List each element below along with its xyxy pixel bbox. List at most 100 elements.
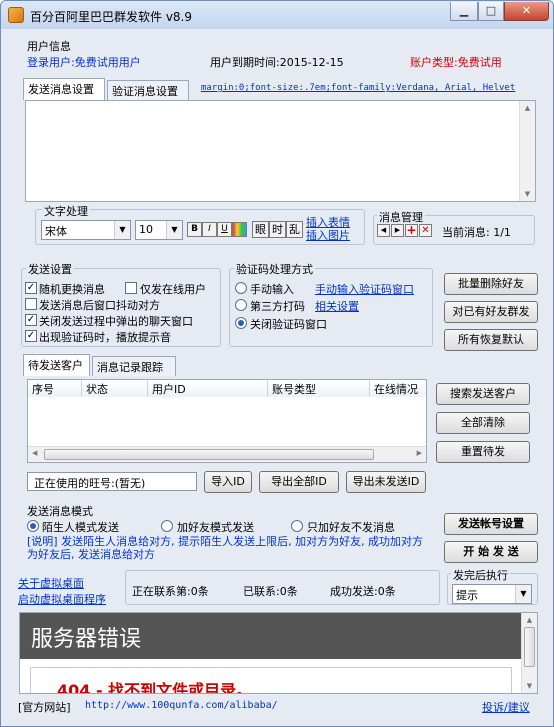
opt-random-label: 随机更换消息 <box>39 283 105 296</box>
table-hscrollbar[interactable]: ◀ ▶ <box>28 446 426 462</box>
col-status[interactable]: 状态 <box>82 380 148 397</box>
font-value: 宋体 <box>45 225 67 238</box>
random-button[interactable]: 乱 <box>286 221 303 238</box>
site-url-link[interactable]: http://www.100qunfa.com/alibaba/ <box>85 700 278 711</box>
export-all-button[interactable]: 导出全部ID <box>259 471 339 493</box>
send-to-friends-button[interactable]: 对已有好友群发 <box>444 301 538 323</box>
tab-pending[interactable]: 待发送客户 <box>23 354 90 376</box>
top-tab-bar: 发送消息设置 验证消息设置 margin:0;font-size:.7em;fo… <box>23 78 543 100</box>
send-mode-note: [说明] 发送陌生人消息给对方, 提示陌生人发送上限后, 加对方为好友, 成功加… <box>27 535 424 561</box>
underline-button[interactable]: U <box>217 222 232 237</box>
col-account-type[interactable]: 账号类型 <box>268 380 370 397</box>
prev-message-icon[interactable]: ◀ <box>377 224 390 237</box>
mode-only-add-label: 只加好友不发消息 <box>307 521 395 534</box>
customer-table[interactable]: 序号 状态 用户ID 账号类型 在线情况 ◀ ▶ <box>27 379 427 463</box>
after-send-select[interactable]: 提示 ▼ <box>452 584 532 604</box>
next-message-icon[interactable]: ▶ <box>391 224 404 237</box>
editor-scrollbar[interactable]: ▲ ▼ <box>519 101 535 201</box>
minimize-icon[interactable]: ▁ <box>450 2 478 21</box>
customer-tab-bar: 待发送客户 消息记录跟踪 <box>23 354 223 376</box>
feedback-link[interactable]: 投诉/建议 <box>482 699 530 715</box>
error-subtitle: 404 - 找不到文件或目录。 <box>57 681 253 694</box>
chevron-down-icon: ▼ <box>166 221 182 239</box>
message-editor[interactable]: ▲ ▼ <box>25 100 536 202</box>
color-picker-icon[interactable] <box>232 222 247 237</box>
captcha-manual-link[interactable]: 手动输入验证码窗口 <box>315 281 414 297</box>
web-scrollbar[interactable]: ▲ ▼ <box>521 613 537 693</box>
mode-add-friend-label: 加好友模式发送 <box>177 521 254 534</box>
about-desktop-link[interactable]: 关于虚拟桌面 <box>18 575 84 591</box>
main-window: 百分百阿里巴巴群发软件 v8.9 ▁ □ ✕ 用户信息 登录用户:免费试用用户 … <box>0 0 554 727</box>
scroll-left-icon[interactable]: ◀ <box>32 449 37 457</box>
captcha-third-label: 第三方打码 <box>250 300 305 313</box>
web-view[interactable]: 服务器错误 404 - 找不到文件或目录。 ▲ ▼ <box>19 612 538 694</box>
search-customers-button[interactable]: 搜索发送客户 <box>436 383 530 405</box>
opt-sound-checkbox[interactable]: ✓ <box>25 330 37 342</box>
batch-delete-button[interactable]: 批量删除好友 <box>444 273 538 295</box>
clear-all-button[interactable]: 全部清除 <box>436 412 530 434</box>
style-link[interactable]: margin:0;font-size:.7em;font-family:Verd… <box>201 83 543 93</box>
tab-log[interactable]: 消息记录跟踪 <box>92 356 176 376</box>
user-info-title: 用户信息 <box>27 40 71 53</box>
scroll-down-icon[interactable]: ▼ <box>520 190 535 198</box>
restore-default-button[interactable]: 所有恢复默认 <box>444 329 538 351</box>
font-select[interactable]: 宋体 ▼ <box>41 220 131 240</box>
captcha-close-label: 关闭验证码窗口 <box>250 318 327 331</box>
col-online[interactable]: 在线情况 <box>370 380 426 397</box>
captcha-manual-radio[interactable] <box>235 282 247 294</box>
reset-pending-button[interactable]: 重置待发 <box>436 441 530 463</box>
opt-close-chat-label: 关闭发送过程中弹出的聊天窗口 <box>39 315 193 328</box>
app-icon <box>8 7 24 23</box>
opt-close-chat-checkbox[interactable]: ✓ <box>25 314 37 326</box>
message-manage-title: 消息管理 <box>377 209 425 225</box>
using-account: 正在使用的旺号:(暂无) <box>27 472 197 491</box>
error-title: 服务器错误 <box>31 627 142 652</box>
bold-button[interactable]: B <box>187 222 202 237</box>
captcha-third-radio[interactable] <box>235 299 247 311</box>
time-button[interactable]: 时 <box>269 221 286 238</box>
opt-online-checkbox[interactable] <box>125 282 137 294</box>
italic-button[interactable]: I <box>202 222 217 237</box>
error-body: 404 - 找不到文件或目录。 <box>30 667 512 694</box>
size-value: 10 <box>139 223 153 236</box>
scroll-right-icon[interactable]: ▶ <box>417 449 422 457</box>
send-mode-title: 发送消息模式 <box>27 505 93 518</box>
send-settings-title: 发送设置 <box>26 261 74 277</box>
add-message-icon[interactable]: + <box>405 224 418 237</box>
start-desktop-link[interactable]: 启动虚拟桌面程序 <box>18 591 106 607</box>
start-send-button[interactable]: 开 始 发 送 <box>444 541 538 563</box>
scroll-down-icon[interactable]: ▼ <box>522 682 537 690</box>
opt-shake-checkbox[interactable] <box>25 298 37 310</box>
tab-verify-settings[interactable]: 验证消息设置 <box>107 80 189 100</box>
scroll-thumb[interactable] <box>524 627 535 667</box>
opt-random-checkbox[interactable]: ✓ <box>25 282 37 294</box>
scroll-thumb[interactable] <box>44 449 374 460</box>
expire-time: 用户到期时间:2015-12-15 <box>210 56 344 69</box>
mode-stranger-radio[interactable] <box>27 520 39 532</box>
maximize-icon[interactable]: □ <box>478 2 504 21</box>
shake-button[interactable]: 眼 <box>252 221 269 238</box>
mode-add-friend-radio[interactable] <box>161 520 173 532</box>
col-index[interactable]: 序号 <box>28 380 82 397</box>
insert-image-link[interactable]: 插入图片 <box>306 227 350 243</box>
mode-only-add-radio[interactable] <box>291 520 303 532</box>
account-settings-button[interactable]: 发送帐号设置 <box>444 513 538 535</box>
col-user-id[interactable]: 用户ID <box>148 380 268 397</box>
size-select[interactable]: 10 ▼ <box>135 220 183 240</box>
close-icon[interactable]: ✕ <box>504 2 549 21</box>
current-message: 当前消息: 1/1 <box>442 226 511 239</box>
scroll-up-icon[interactable]: ▲ <box>522 616 537 624</box>
after-send-value: 提示 <box>456 589 478 602</box>
import-id-button[interactable]: 导入ID <box>204 471 252 493</box>
opt-online-label: 仅发在线用户 <box>140 283 206 296</box>
tab-send-settings[interactable]: 发送消息设置 <box>23 78 105 100</box>
error-header: 服务器错误 <box>20 613 522 659</box>
delete-message-icon[interactable]: ✕ <box>419 224 432 237</box>
scroll-up-icon[interactable]: ▲ <box>520 104 535 112</box>
captcha-third-link[interactable]: 相关设置 <box>315 298 359 314</box>
mode-stranger-label: 陌生人模式发送 <box>42 521 119 534</box>
export-unsent-button[interactable]: 导出未发送ID <box>346 471 426 493</box>
opt-sound-label: 出现验证码时，播放提示音 <box>39 331 171 344</box>
title-bar[interactable]: 百分百阿里巴巴群发软件 v8.9 ▁ □ ✕ <box>1 1 553 29</box>
captcha-close-radio[interactable] <box>235 317 247 329</box>
